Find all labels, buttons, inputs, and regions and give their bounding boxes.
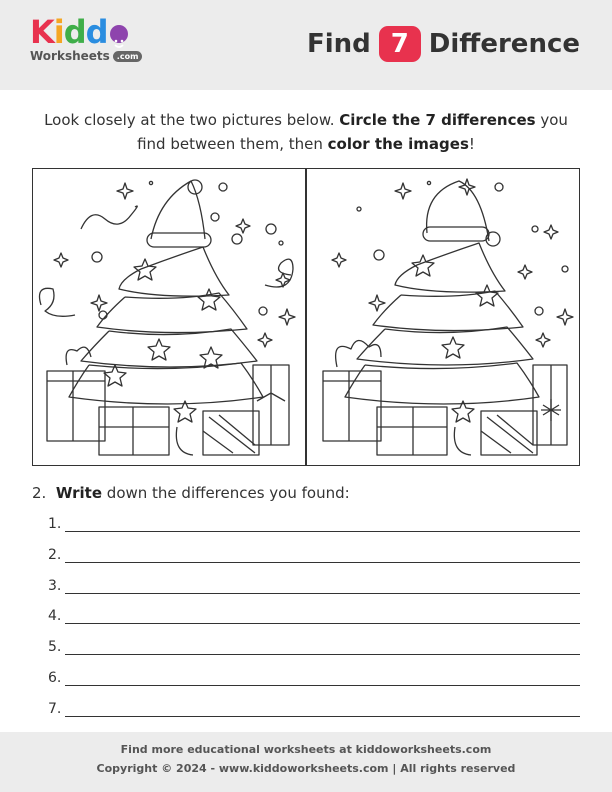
smiley-icon	[109, 25, 128, 48]
answer-line[interactable]: 4.	[48, 604, 580, 624]
question-2: 2. Write down the differences you found:	[32, 484, 350, 502]
footer-copyright: Copyright © 2024 - www.kiddoworksheets.c…	[96, 762, 516, 775]
christmas-tree-picture-left	[32, 168, 306, 466]
page-footer: Find more educational worksheets at kidd…	[0, 732, 612, 792]
answer-line[interactable]: 3.	[48, 574, 580, 594]
answer-line[interactable]: 2.	[48, 543, 580, 563]
answer-line[interactable]: 5.	[48, 635, 580, 655]
page-title: Find 7 Difference	[307, 26, 580, 62]
answer-line[interactable]: 6.	[48, 666, 580, 686]
kiddo-logo: Kidd Worksheets .com	[30, 16, 143, 63]
footer-link-text: Find more educational worksheets at kidd…	[120, 743, 492, 756]
instructions-text: Look closely at the two pictures below. …	[44, 111, 568, 153]
christmas-tree-picture-right	[306, 168, 580, 466]
page-header: Kidd Worksheets .com Find 7 Difference	[0, 0, 612, 90]
logo-wordmark: Kidd	[30, 16, 142, 48]
answer-line[interactable]: 7.	[48, 697, 580, 717]
answer-line[interactable]: 1.	[48, 512, 580, 532]
title-number-badge: 7	[378, 26, 421, 62]
